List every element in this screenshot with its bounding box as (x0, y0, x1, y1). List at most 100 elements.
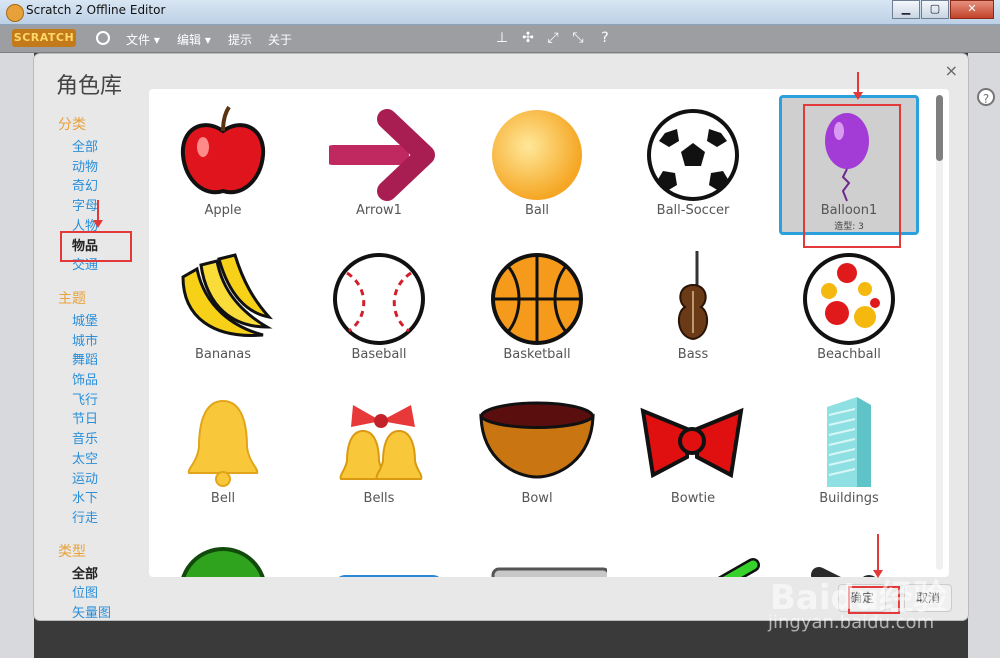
sprite-name: Bananas (194, 347, 252, 362)
sprite-tile-ball[interactable]: Ball (467, 95, 607, 235)
sprite-name: Baseball (351, 347, 407, 362)
theme-castle[interactable]: 城堡 (58, 312, 148, 332)
globe-icon[interactable] (96, 31, 110, 45)
bells-icon (339, 405, 423, 480)
green-bat-icon (717, 558, 760, 577)
sprite-name: Ball (524, 203, 550, 218)
library-filters: 分类 全部 动物 奇幻 字母 人物 物品 交通 主题 城堡 城市 舞蹈 饰品 飞… (58, 114, 148, 636)
menu-tips[interactable]: 提示 (228, 31, 252, 48)
sprite-tile-buildings[interactable]: Buildings (779, 383, 919, 523)
type-section: 类型 全部 位图 矢量图 (58, 541, 148, 624)
sprite-tile-bell[interactable]: Bell (153, 383, 293, 523)
menubar: SCRATCH 文件 ▾ 编辑 ▾ 提示 关于 ⊥ ✣ ⤢ ⤡ ? (0, 25, 1000, 53)
sprite-name: Bowtie (670, 491, 716, 506)
sprite-tile-bananas[interactable]: Bananas (153, 239, 293, 379)
theme-underwater[interactable]: 水下 (58, 489, 148, 509)
duplicate-stamp-icon[interactable]: ⊥ (494, 30, 510, 46)
bass-icon (677, 251, 709, 341)
green-ball-icon (181, 547, 265, 577)
theme-space[interactable]: 太空 (58, 450, 148, 470)
sprite-tile-basketball[interactable]: Basketball (467, 239, 607, 379)
annotation-box-things (60, 231, 132, 262)
sprite-name: Beachball (817, 347, 881, 362)
scroll-thumb[interactable] (936, 95, 943, 161)
sprite-tile-beachball[interactable]: Beachball (779, 239, 919, 379)
type-vector[interactable]: 矢量图 (58, 604, 148, 624)
shrink-icon[interactable]: ⤡ (570, 30, 586, 46)
sprite-tile-bowl[interactable]: Bowl (467, 383, 607, 523)
editor-background-right (968, 53, 1000, 658)
sprite-name: Bell (210, 491, 236, 506)
close-window-button[interactable]: ✕ (950, 0, 994, 19)
sprite-name: Bass (677, 347, 709, 362)
window-titlebar: Scratch 2 Offline Editor ▁ ▢ ✕ (0, 0, 1000, 25)
sprite-name: Apple (204, 203, 242, 218)
sprite-tile-bass[interactable]: Bass (623, 239, 763, 379)
sprite-name: Bowl (521, 491, 553, 506)
sprite-tile-partial[interactable] (623, 527, 763, 577)
sprite-name: Basketball (503, 347, 571, 362)
sprite-tile-baseball[interactable]: Baseball (309, 239, 449, 379)
bowtie-icon (640, 407, 744, 479)
category-fantasy[interactable]: 奇幻 (58, 177, 148, 197)
sprite-name: Buildings (819, 491, 879, 506)
category-all[interactable]: 全部 (58, 138, 148, 158)
theme-dance[interactable]: 舞蹈 (58, 351, 148, 371)
maximize-button[interactable]: ▢ (921, 0, 949, 19)
bowl-icon (479, 401, 595, 479)
theme-walking[interactable]: 行走 (58, 509, 148, 529)
menu-file[interactable]: 文件 ▾ (126, 31, 160, 48)
category-header: 分类 (58, 117, 86, 133)
help-block-icon[interactable]: ? (597, 30, 613, 46)
sprite-tile-partial[interactable] (467, 527, 607, 577)
buildings-icon (827, 397, 871, 487)
theme-section: 主题 城堡 城市 舞蹈 饰品 飞行 节日 音乐 太空 运动 水下 行走 (58, 288, 148, 529)
help-icon[interactable]: ? (977, 88, 995, 106)
type-all[interactable]: 全部 (58, 565, 148, 585)
sprite-tile-partial[interactable] (153, 527, 293, 577)
menu-edit[interactable]: 编辑 ▾ (177, 31, 211, 48)
theme-flying[interactable]: 飞行 (58, 391, 148, 411)
apple-icon (180, 105, 266, 195)
close-icon[interactable]: × (945, 61, 958, 80)
theme-holiday[interactable]: 节日 (58, 410, 148, 430)
theme-header: 主题 (58, 290, 86, 307)
grid-scrollbar[interactable] (936, 95, 943, 570)
sprite-name: Arrow1 (356, 203, 402, 218)
bell-icon (187, 399, 259, 487)
grow-icon[interactable]: ⤢ (545, 30, 561, 46)
editor-background-left (0, 53, 34, 658)
annotation-arrow-balloon (853, 72, 863, 100)
ball-icon (492, 110, 582, 200)
window-controls: ▁ ▢ ✕ (891, 0, 994, 19)
basketball-icon (491, 253, 583, 345)
sprite-name: Bells (363, 491, 395, 506)
annotation-arrow-things (93, 200, 103, 228)
sprite-tile-bowtie[interactable]: Bowtie (623, 383, 763, 523)
annotation-box-balloon (803, 104, 901, 248)
category-letters[interactable]: 字母 (58, 197, 148, 217)
scratch-cat-icon (6, 4, 24, 22)
watermark-url: jingyan.baidu.com (768, 612, 935, 633)
beachball-icon (803, 253, 895, 345)
annotation-arrow-ok (873, 534, 883, 578)
sprite-tile-ball-soccer[interactable]: Ball-Soccer (623, 95, 763, 235)
type-bitmap[interactable]: 位图 (58, 584, 148, 604)
arrow-icon (329, 109, 435, 201)
theme-music[interactable]: 音乐 (58, 430, 148, 450)
menu-about[interactable]: 关于 (268, 31, 292, 48)
sprite-tile-partial[interactable] (309, 527, 449, 577)
blue-button-icon (339, 575, 439, 577)
theme-city[interactable]: 城市 (58, 332, 148, 352)
theme-sports[interactable]: 运动 (58, 470, 148, 490)
dialog-title: 角色库 (56, 74, 123, 99)
minimize-button[interactable]: ▁ (892, 0, 920, 19)
theme-dress-up[interactable]: 饰品 (58, 371, 148, 391)
scratch-logo[interactable]: SCRATCH (12, 29, 76, 47)
cut-icon[interactable]: ✣ (520, 30, 536, 46)
sprite-tile-bells[interactable]: Bells (309, 383, 449, 523)
sprite-tile-apple[interactable]: Apple (153, 95, 293, 235)
category-animals[interactable]: 动物 (58, 158, 148, 178)
soccer-ball-icon (647, 109, 739, 201)
sprite-tile-arrow1[interactable]: Arrow1 (309, 95, 449, 235)
